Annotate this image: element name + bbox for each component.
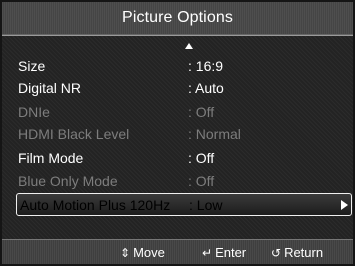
enter-icon: ↵ — [202, 245, 213, 260]
return-icon: ↺ — [271, 245, 282, 260]
menu-item-size[interactable]: Size : 16:9 — [18, 55, 349, 77]
enter-label: Enter — [215, 245, 247, 260]
menu-item-digital-nr[interactable]: Digital NR : Auto — [18, 77, 349, 99]
menu-item-value: : Low — [189, 196, 223, 213]
menu-item-value: : Off — [188, 150, 215, 166]
menu-item-label: HDMI Black Level — [18, 126, 130, 142]
menu-item-label: Size — [18, 58, 46, 74]
menu-item-auto-motion-plus[interactable]: Auto Motion Plus 120Hz : Low — [16, 193, 352, 216]
menu-item-value: : Off — [188, 104, 215, 120]
menu-item-label: DNIe — [18, 104, 50, 120]
move-hint: ⇕ Move — [120, 245, 165, 260]
return-label: Return — [284, 245, 324, 260]
move-label: Move — [133, 245, 165, 260]
title-separator — [2, 35, 353, 36]
picture-options-menu: Picture Options Size : 16:9 Digital NR :… — [0, 0, 355, 266]
return-hint: ↺ Return — [271, 245, 323, 260]
menu-item-hdmi-black-level: HDMI Black Level : Normal — [18, 123, 349, 145]
menu-item-blue-only-mode: Blue Only Mode : Off — [18, 170, 349, 192]
enter-hint: ↵ Enter — [202, 245, 246, 260]
title-bar: Picture Options — [2, 2, 353, 35]
menu-item-value: : Off — [188, 173, 215, 189]
menu-item-value: : Auto — [188, 80, 224, 96]
menu-item-value: : 16:9 — [188, 58, 224, 74]
menu-item-film-mode[interactable]: Film Mode : Off — [18, 147, 349, 169]
scroll-up-arrow-icon[interactable] — [185, 43, 193, 49]
menu-item-label: Blue Only Mode — [18, 173, 118, 189]
menu-item-label: Digital NR — [18, 80, 82, 96]
menu-title: Picture Options — [122, 9, 233, 26]
updown-arrows-icon: ⇕ — [120, 245, 131, 260]
menu-item-label: Film Mode — [18, 150, 84, 166]
menu-item-dnie: DNIe : Off — [18, 101, 349, 123]
menu-item-value: : Normal — [188, 126, 241, 142]
footer-help-bar: ⇕ Move ↵ Enter ↺ Return — [2, 239, 353, 264]
chevron-right-icon[interactable] — [341, 200, 348, 210]
menu-item-label: Auto Motion Plus 120Hz — [20, 196, 171, 213]
